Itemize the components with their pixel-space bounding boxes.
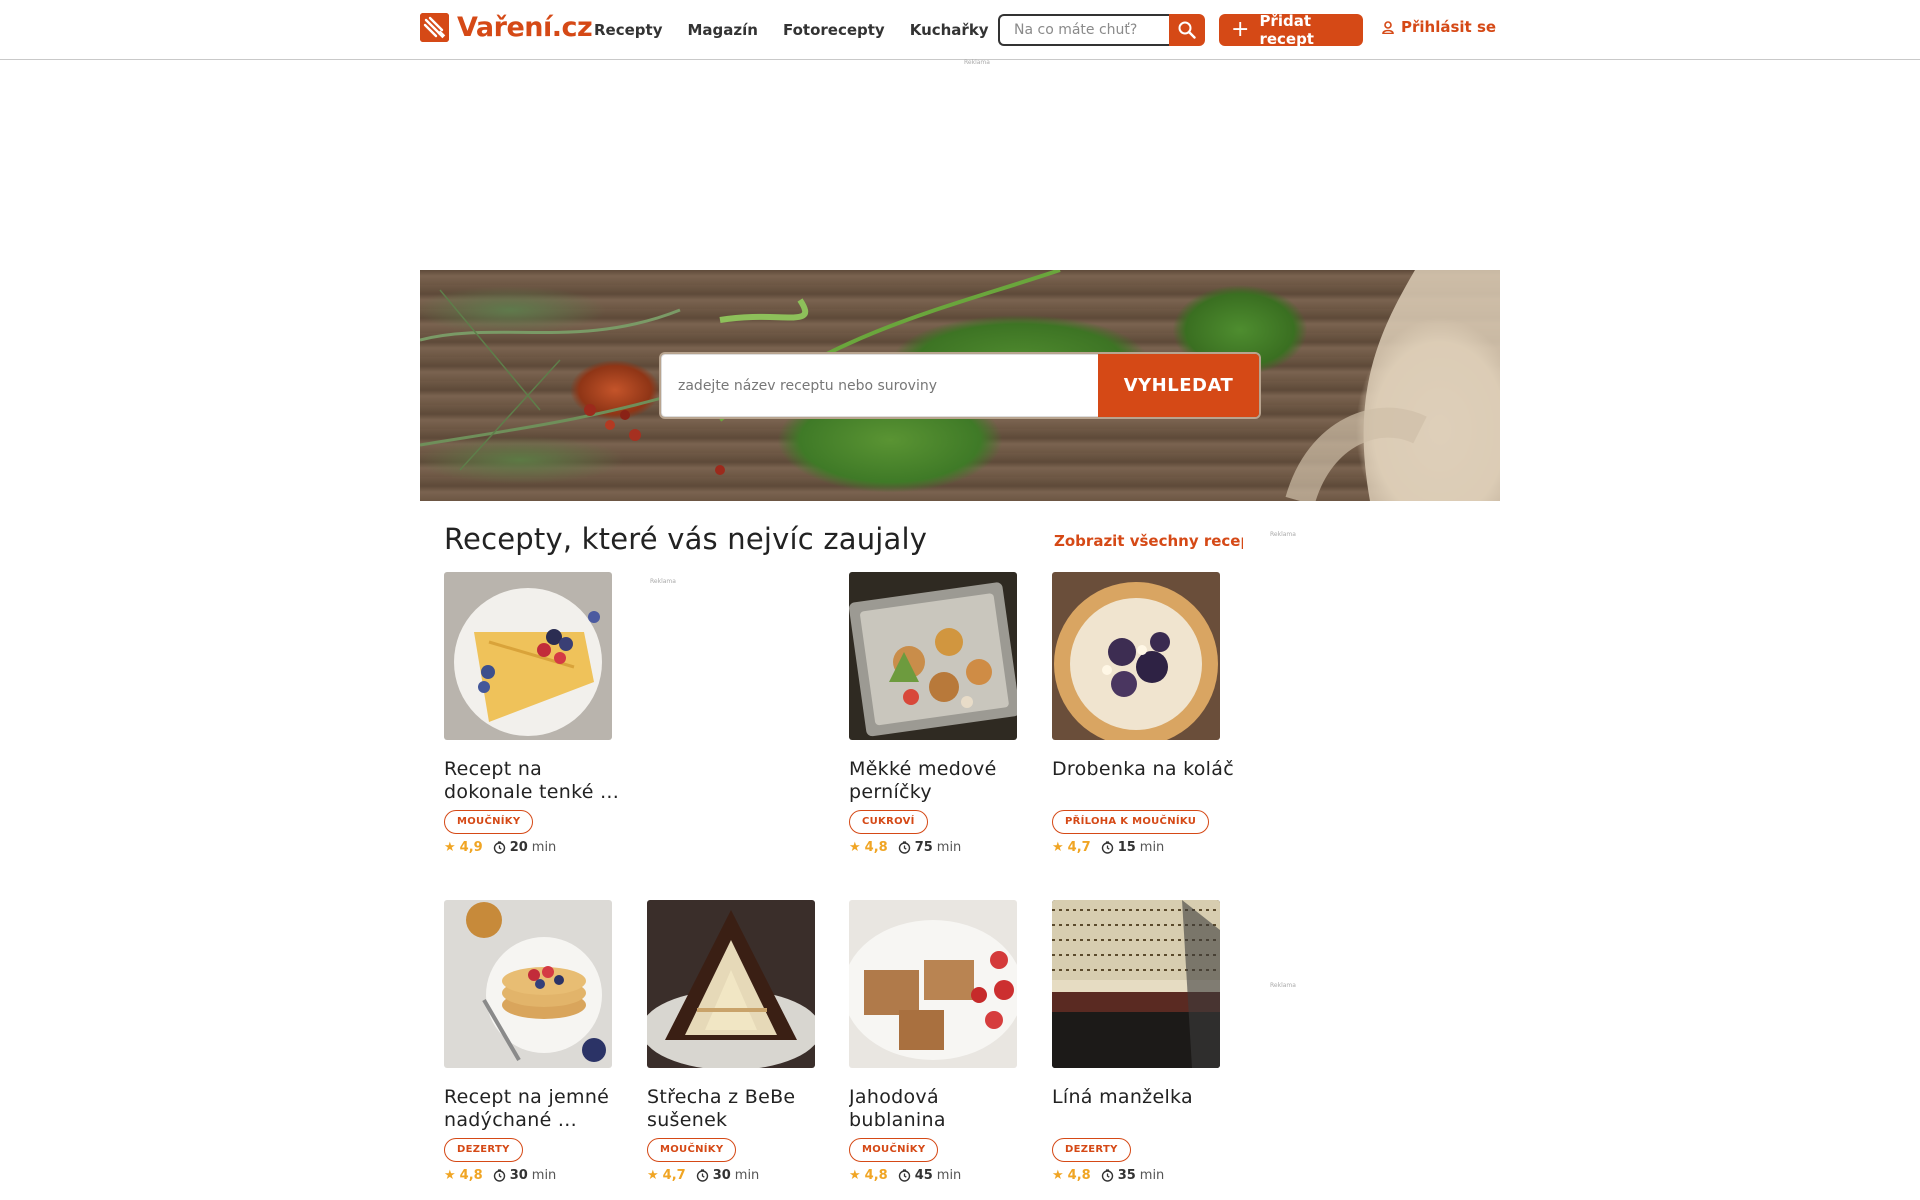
category-badge[interactable]: MOUČNÍKY	[647, 1138, 737, 1162]
hero-search-button[interactable]: VYHLEDAT	[1098, 354, 1259, 417]
rating-value: 4,8	[1067, 1168, 1091, 1183]
rating-value: 4,8	[459, 1168, 483, 1183]
recipe-card[interactable]: Jahodová bublanina MOUČNÍKY ★ 4,8 45 min	[849, 900, 1049, 1183]
recipe-image[interactable]	[1052, 900, 1220, 1068]
header-search-input[interactable]	[998, 14, 1169, 46]
star-icon: ★	[444, 1168, 456, 1183]
hero-search: VYHLEDAT	[661, 354, 1259, 417]
star-icon: ★	[849, 840, 861, 855]
recipe-image[interactable]	[849, 572, 1017, 740]
star-icon: ★	[1052, 1168, 1064, 1183]
clock-icon	[493, 841, 506, 854]
time-unit: min	[1139, 840, 1165, 855]
recipe-title[interactable]: Drobenka na koláč	[1052, 758, 1242, 804]
time-unit: min	[936, 840, 962, 855]
recipe-meta: ★ 4,8 75 min	[849, 840, 1049, 855]
recipe-title[interactable]: Recept na jemné nadýchané ...	[444, 1086, 634, 1132]
recipe-card[interactable]: Drobenka na koláč PŘÍLOHA K MOUČNÍKU ★ 4…	[1052, 572, 1252, 855]
recipe-card[interactable]: Střecha z BeBe sušenek MOUČNÍKY ★ 4,7 30…	[647, 900, 847, 1183]
category-badge[interactable]: MOUČNÍKY	[849, 1138, 939, 1162]
ad-label: Reklama	[1270, 982, 1296, 989]
header-search-button[interactable]	[1169, 14, 1205, 46]
recipe-image[interactable]	[444, 900, 612, 1068]
time-value: 20	[509, 840, 528, 855]
header-search	[998, 14, 1205, 46]
recipe-image[interactable]	[1052, 572, 1220, 740]
recipe-image[interactable]	[444, 572, 612, 740]
clock-icon	[1101, 841, 1114, 854]
logo-text: Vaření.cz	[457, 12, 593, 43]
star-icon: ★	[1052, 840, 1064, 855]
add-recipe-label: Přidat recept	[1259, 12, 1314, 48]
clock-icon	[493, 1169, 506, 1182]
user-icon	[1382, 20, 1394, 34]
clock-icon	[898, 841, 911, 854]
recipe-image[interactable]	[647, 900, 815, 1068]
site-logo[interactable]: Vaření.cz	[420, 12, 593, 43]
recipe-title[interactable]: Měkké medové perníčky	[849, 758, 1039, 804]
rating-value: 4,7	[1067, 840, 1091, 855]
star-icon: ★	[849, 1168, 861, 1183]
recipe-meta: ★ 4,8 30 min	[444, 1168, 644, 1183]
ad-label: Reklama	[964, 59, 990, 66]
search-icon	[1178, 21, 1196, 39]
rating-value: 4,9	[459, 840, 483, 855]
star-icon: ★	[647, 1168, 659, 1183]
recipe-title[interactable]: Střecha z BeBe sušenek	[647, 1086, 837, 1132]
nav-recepty[interactable]: Recepty	[594, 21, 662, 39]
login-label: Přihlásit se	[1401, 18, 1497, 36]
clock-icon	[1101, 1169, 1114, 1182]
login-link[interactable]: Přihlásit se	[1382, 18, 1496, 36]
time-value: 75	[914, 840, 933, 855]
recipe-title[interactable]: Líná manželka	[1052, 1086, 1242, 1132]
time-value: 15	[1117, 840, 1136, 855]
time-unit: min	[531, 840, 557, 855]
recipe-card[interactable]: Recept na dokonale tenké ... MOUČNÍKY ★ …	[444, 572, 644, 855]
category-badge[interactable]: MOUČNÍKY	[444, 810, 534, 834]
recipe-card[interactable]: Recept na jemné nadýchané ... DEZERTY ★ …	[444, 900, 644, 1183]
recipe-meta: ★ 4,7 15 min	[1052, 840, 1252, 855]
clock-icon	[898, 1169, 911, 1182]
time-unit: min	[1139, 1168, 1165, 1183]
site-header: Vaření.cz Recepty Magazín Fotorecepty Ku…	[0, 0, 1920, 60]
rating-value: 4,8	[864, 1168, 888, 1183]
main-nav: Recepty Magazín Fotorecepty Kuchařky	[594, 0, 1014, 60]
show-all-link[interactable]: Zobrazit všechny recepty	[1054, 532, 1243, 550]
time-unit: min	[531, 1168, 557, 1183]
recipe-title[interactable]: Recept na dokonale tenké ...	[444, 758, 634, 804]
star-icon: ★	[444, 840, 456, 855]
add-recipe-button[interactable]: + Přidat recept	[1219, 12, 1363, 48]
recipe-meta: ★ 4,8 45 min	[849, 1168, 1049, 1183]
category-badge[interactable]: DEZERTY	[1052, 1138, 1131, 1162]
time-unit: min	[936, 1168, 962, 1183]
time-value: 35	[1117, 1168, 1136, 1183]
rating-value: 4,8	[864, 840, 888, 855]
ad-label: Reklama	[650, 578, 676, 585]
category-badge[interactable]: DEZERTY	[444, 1138, 523, 1162]
recipe-card[interactable]: Líná manželka DEZERTY ★ 4,8 35 min	[1052, 900, 1252, 1183]
recipe-meta: ★ 4,8 35 min	[1052, 1168, 1252, 1183]
nav-fotorecepty[interactable]: Fotorecepty	[783, 21, 885, 39]
time-unit: min	[734, 1168, 760, 1183]
nav-kucharky[interactable]: Kuchařky	[910, 21, 989, 39]
recipe-meta: ★ 4,7 30 min	[647, 1168, 847, 1183]
nav-magazin[interactable]: Magazín	[687, 21, 757, 39]
category-badge[interactable]: PŘÍLOHA K MOUČNÍKU	[1052, 810, 1210, 834]
clock-icon	[696, 1169, 709, 1182]
hero-search-input[interactable]	[661, 354, 1098, 417]
section-title: Recepty, které vás nejvíc zaujaly	[444, 522, 928, 556]
time-value: 30	[712, 1168, 731, 1183]
recipe-card[interactable]: Měkké medové perníčky CUKROVÍ ★ 4,8 75 m…	[849, 572, 1049, 855]
time-value: 30	[509, 1168, 528, 1183]
recipe-image[interactable]	[849, 900, 1017, 1068]
rating-value: 4,7	[662, 1168, 686, 1183]
recipe-title[interactable]: Jahodová bublanina	[849, 1086, 1039, 1132]
time-value: 45	[914, 1168, 933, 1183]
plus-icon: +	[1231, 17, 1250, 42]
category-badge[interactable]: CUKROVÍ	[849, 810, 928, 834]
ad-label: Reklama	[1270, 531, 1296, 538]
logo-icon	[420, 13, 449, 42]
recipe-meta: ★ 4,9 20 min	[444, 840, 644, 855]
